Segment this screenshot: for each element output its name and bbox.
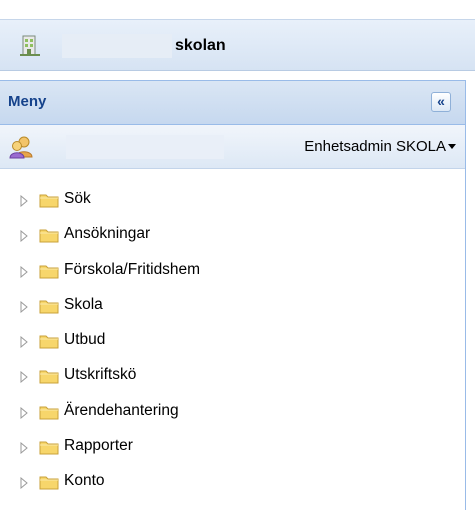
folder-icon bbox=[39, 439, 59, 455]
tree-item[interactable]: Förskola/Fritidshem bbox=[0, 257, 460, 292]
triangle-right-icon[interactable] bbox=[19, 370, 29, 384]
menu-title: Meny bbox=[8, 93, 47, 110]
redacted-user-name bbox=[66, 135, 224, 159]
users-icon bbox=[9, 135, 35, 159]
folder-icon bbox=[39, 333, 59, 349]
role-label: Enhetsadmin SKOLA bbox=[304, 138, 446, 155]
triangle-right-icon[interactable] bbox=[19, 476, 29, 490]
triangle-right-icon[interactable] bbox=[19, 406, 29, 419]
folder-icon bbox=[39, 298, 59, 314]
tree-item-label: Skola bbox=[64, 295, 103, 313]
tree-item-label: Rapporter bbox=[64, 437, 133, 455]
building-icon bbox=[19, 33, 41, 57]
tree-item[interactable]: Ärendehantering bbox=[0, 398, 460, 433]
folder-icon bbox=[39, 368, 59, 384]
double-chevron-left-icon: « bbox=[437, 93, 445, 109]
tree-item-label: Utbud bbox=[64, 331, 106, 349]
triangle-right-icon[interactable] bbox=[19, 194, 29, 208]
tree-item[interactable]: Skola bbox=[0, 292, 460, 327]
triangle-right-icon[interactable] bbox=[19, 229, 29, 243]
user-bar: Enhetsadmin SKOLA bbox=[0, 125, 465, 169]
school-name: skolan bbox=[175, 37, 226, 54]
redacted-school-name bbox=[62, 34, 172, 58]
tree-item[interactable]: Sök bbox=[0, 186, 460, 221]
tree-item[interactable]: Utbud bbox=[0, 327, 460, 362]
role-dropdown[interactable]: Enhetsadmin SKOLA bbox=[232, 137, 456, 157]
triangle-right-icon[interactable] bbox=[19, 441, 29, 455]
menu-tree: Sök Ansökningar Förskola/Fritidshem Skola Ut… bbox=[0, 186, 460, 504]
tree-item-label: Utskriftskö bbox=[64, 366, 137, 384]
tree-item-label: Konto bbox=[64, 472, 105, 490]
collapse-menu-button[interactable]: « bbox=[431, 92, 451, 112]
app-screen: skolan Meny « Enhetsadmin SKOLA Sök Ansö… bbox=[0, 0, 475, 510]
folder-icon bbox=[39, 227, 59, 243]
caret-down-icon bbox=[448, 143, 456, 149]
menu-panel-header: Meny « bbox=[0, 80, 465, 125]
folder-icon bbox=[39, 404, 59, 420]
tree-item-label: Ansökningar bbox=[64, 225, 151, 243]
tree-item-label: Ärendehantering bbox=[64, 401, 179, 419]
triangle-right-icon[interactable] bbox=[19, 265, 29, 278]
folder-icon bbox=[39, 474, 59, 490]
triangle-right-icon[interactable] bbox=[19, 300, 29, 313]
folder-icon bbox=[39, 192, 59, 208]
folder-icon bbox=[39, 263, 59, 279]
tree-item[interactable]: Ansökningar bbox=[0, 221, 460, 256]
tree-item-label: Sök bbox=[64, 190, 91, 207]
tree-item[interactable]: Konto bbox=[0, 468, 460, 503]
school-header: skolan bbox=[0, 19, 475, 71]
menu-panel: Meny « Enhetsadmin SKOLA Sök Ansökningar F… bbox=[0, 80, 466, 510]
tree-item[interactable]: Utskriftskö bbox=[0, 362, 460, 397]
tree-item[interactable]: Rapporter bbox=[0, 433, 460, 468]
triangle-right-icon[interactable] bbox=[19, 335, 29, 349]
tree-item-label: Förskola/Fritidshem bbox=[64, 260, 201, 278]
